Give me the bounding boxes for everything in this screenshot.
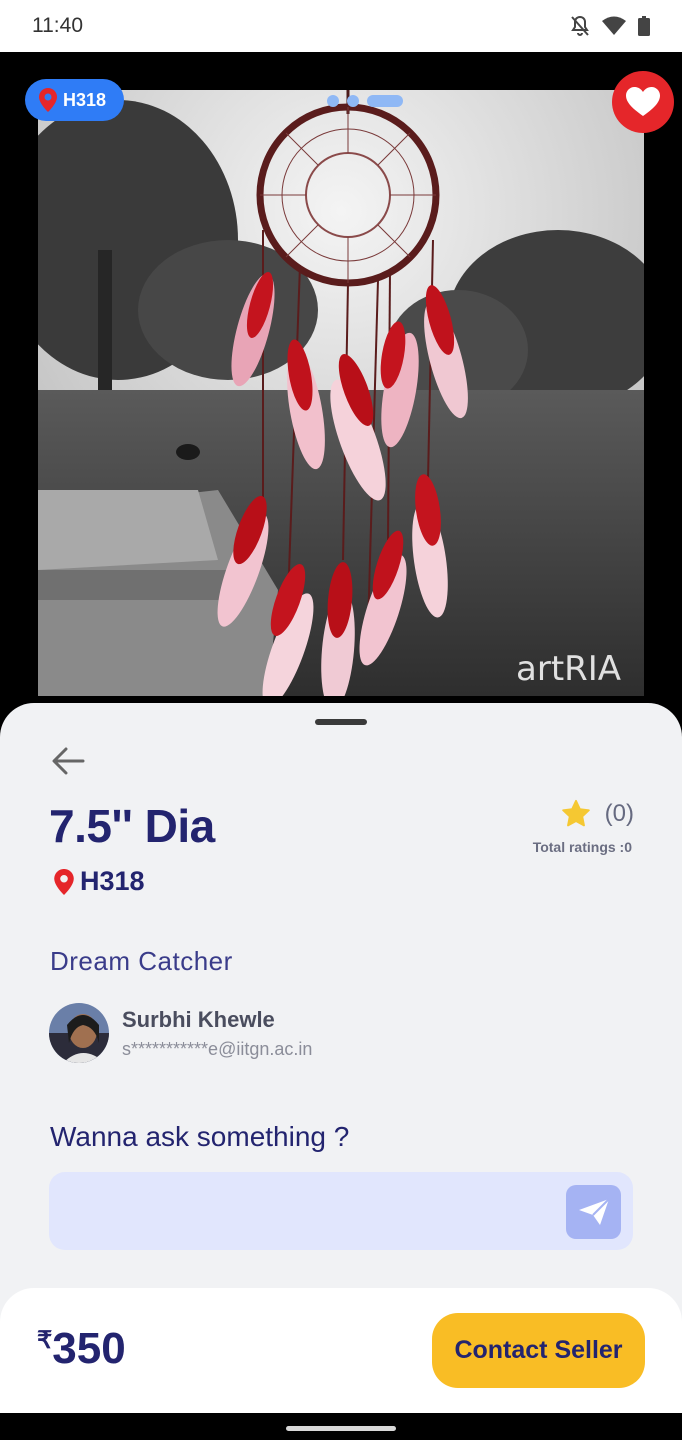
favorite-button[interactable] bbox=[612, 71, 674, 133]
product-image-carousel[interactable]: artRIA H318 bbox=[0, 52, 682, 712]
product-location: H318 bbox=[54, 866, 145, 897]
product-location-label: H318 bbox=[80, 866, 145, 896]
carousel-dot-active[interactable] bbox=[367, 95, 403, 107]
system-nav-bar bbox=[0, 1413, 682, 1440]
seller-name: Surbhi Khewle bbox=[122, 1006, 275, 1032]
carousel-dot[interactable] bbox=[327, 95, 339, 107]
carousel-indicator bbox=[327, 95, 403, 107]
total-ratings: Total ratings :0 bbox=[532, 839, 632, 855]
contact-seller-button[interactable]: Contact Seller bbox=[432, 1313, 645, 1388]
location-pin-icon bbox=[39, 88, 57, 112]
heart-icon bbox=[626, 87, 660, 116]
sheet-drag-handle[interactable] bbox=[315, 719, 367, 725]
bottom-action-bar: ₹350 Contact Seller bbox=[0, 1288, 682, 1413]
product-title: 7.5'' Dia bbox=[49, 800, 215, 852]
star-icon bbox=[561, 799, 590, 827]
price: ₹350 bbox=[37, 1324, 126, 1374]
watermark-text: artRIA bbox=[516, 649, 621, 689]
product-photo: artRIA bbox=[38, 90, 644, 696]
seller-text: Surbhi Khewle s***********e@iitgn.ac.in bbox=[122, 1007, 312, 1060]
location-pin-icon bbox=[54, 868, 74, 895]
seller-email: s***********e@iitgn.ac.in bbox=[122, 1038, 313, 1059]
question-input[interactable] bbox=[67, 1186, 561, 1238]
arrow-left-icon bbox=[52, 747, 85, 775]
home-gesture-pill[interactable] bbox=[286, 1426, 396, 1431]
price-value: 350 bbox=[52, 1324, 126, 1373]
product-detail-screen: 11:40 artRIA H318 7.5'' Dia H318 (0) Tot… bbox=[0, 0, 682, 1440]
rating-summary: (0) bbox=[561, 799, 634, 829]
ask-heading: Wanna ask something ? bbox=[50, 1121, 350, 1152]
wifi-icon bbox=[602, 16, 626, 35]
question-box bbox=[49, 1172, 633, 1250]
status-icons bbox=[570, 15, 650, 37]
status-bar: 11:40 bbox=[0, 0, 682, 52]
bell-off-icon bbox=[571, 15, 589, 36]
avatar bbox=[49, 1003, 109, 1063]
price-currency: ₹ bbox=[37, 1327, 53, 1354]
send-icon bbox=[578, 1198, 610, 1225]
send-button[interactable] bbox=[566, 1185, 621, 1239]
back-button[interactable] bbox=[50, 745, 86, 777]
carousel-dot[interactable] bbox=[347, 95, 359, 107]
status-time: 11:40 bbox=[32, 14, 83, 37]
battery-icon bbox=[638, 16, 650, 36]
rating-count: (0) bbox=[604, 800, 634, 827]
seller-info[interactable]: Surbhi Khewle s***********e@iitgn.ac.in bbox=[49, 1003, 312, 1063]
product-category: Dream Catcher bbox=[50, 946, 233, 976]
location-chip-label: H318 bbox=[63, 89, 107, 110]
location-chip[interactable]: H318 bbox=[25, 79, 125, 121]
